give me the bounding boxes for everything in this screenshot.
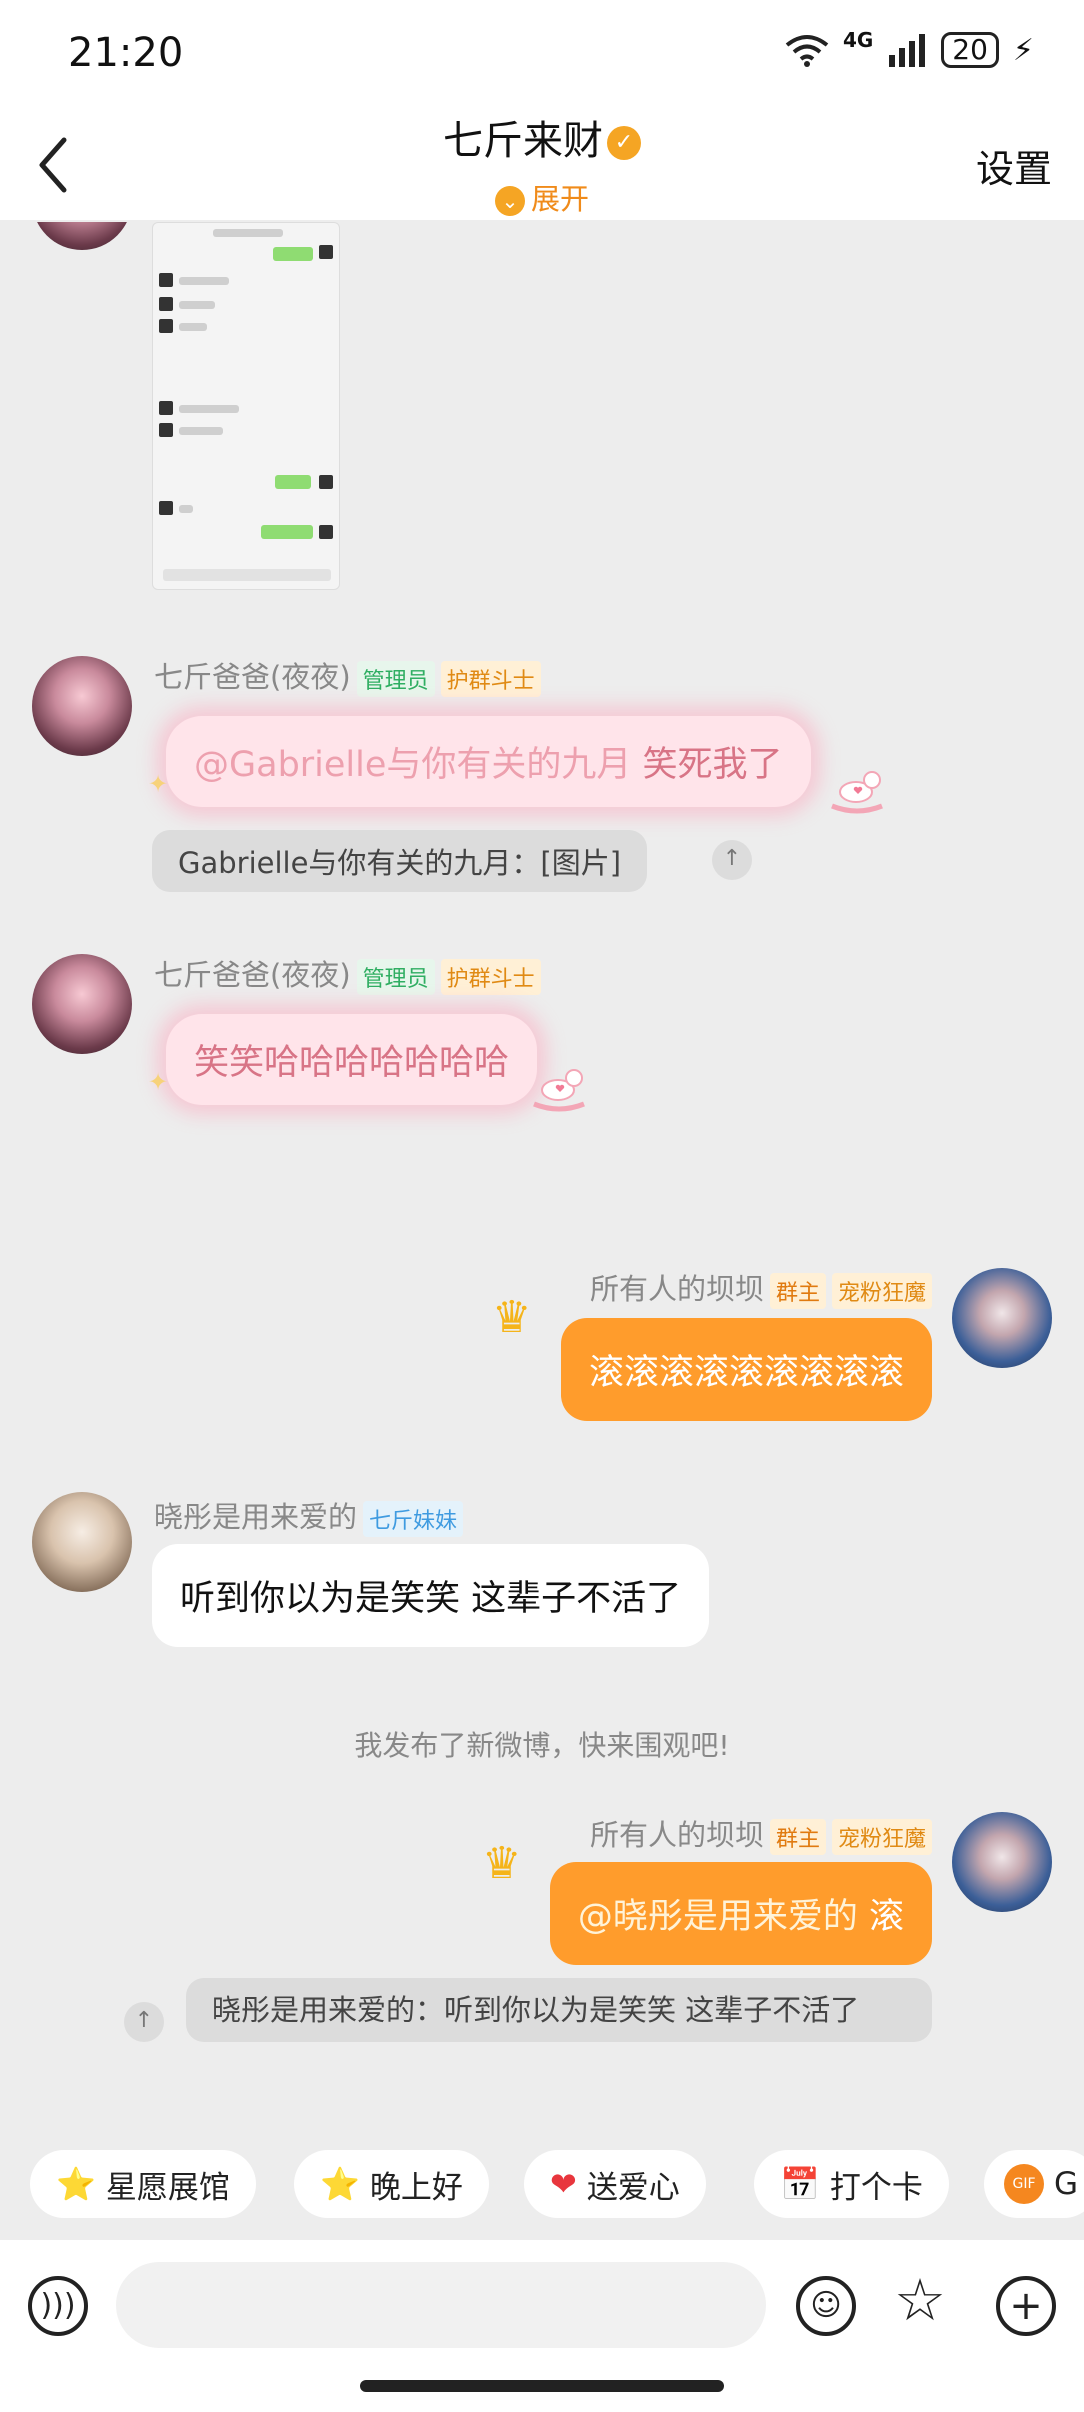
group-nickname-tag: 七斤妹妹 xyxy=(363,1501,464,1537)
owner-tag: 群主 xyxy=(769,1819,826,1855)
charging-icon: ⚡ xyxy=(1012,32,1034,68)
sender-name-text: 七斤爸爸(夜夜) xyxy=(154,958,351,992)
emoji-icon[interactable]: ☺ xyxy=(796,2276,856,2336)
rocking-horse-icon xyxy=(831,771,883,814)
settings-button[interactable]: 设置 xyxy=(976,138,1052,193)
home-indicator[interactable] xyxy=(360,2380,724,2392)
avatar[interactable] xyxy=(32,954,132,1054)
expand-label: 展开 xyxy=(530,182,589,216)
chip-gif[interactable]: GIF G xyxy=(984,2150,1084,2218)
sender-name-text: 所有人的坝坝 xyxy=(589,1272,764,1306)
message-text: 滚滚滚滚滚滚滚滚滚 xyxy=(588,1353,904,1393)
title-tag: 宠粉狂魔 xyxy=(831,1819,932,1855)
gif-icon: GIF xyxy=(1004,2164,1044,2204)
jump-to-quote-icon[interactable]: ↑ xyxy=(124,2002,164,2042)
quoted-message[interactable]: Gabrielle与你有关的九月：[图片] xyxy=(152,830,648,892)
chip-good-evening[interactable]: ⭐ 晚上好 xyxy=(294,2150,489,2218)
avatar[interactable] xyxy=(952,1812,1052,1912)
message-text: 笑笑哈哈哈哈哈哈哈 xyxy=(194,1043,510,1083)
avatar[interactable] xyxy=(32,656,132,756)
signal-icon xyxy=(889,34,926,67)
chevron-down-icon: ⌄ xyxy=(494,186,525,216)
battery-icon: 20 xyxy=(941,32,999,68)
owner-tag: 群主 xyxy=(769,1273,826,1309)
add-icon[interactable]: + xyxy=(996,2276,1056,2336)
message-text: 听到你以为是笑笑 这辈子不活了 xyxy=(180,1579,682,1619)
title-tag: 宠粉狂魔 xyxy=(831,1273,932,1309)
heart-icon: ❤ xyxy=(550,2165,577,2203)
chip-send-heart[interactable]: ❤ 送爱心 xyxy=(524,2150,706,2218)
network-type: 4G xyxy=(842,28,874,52)
chip-label: 打个卡 xyxy=(829,2169,923,2206)
sender-name: 所有人的坝坝 群主 宠粉狂魔 xyxy=(590,1812,932,1855)
rocking-horse-icon xyxy=(533,1069,585,1112)
voice-icon[interactable]: ))) xyxy=(28,2276,88,2336)
mention-link[interactable]: @晓彤是用来爱的 xyxy=(578,1897,858,1937)
crown-icon: ♛ xyxy=(482,1838,522,1889)
verified-badge-icon: ✓ xyxy=(607,126,641,160)
chip-label: 晚上好 xyxy=(369,2169,463,2206)
admin-tag: 管理员 xyxy=(356,959,435,995)
sender-name-text: 晓彤是用来爱的 xyxy=(154,1500,358,1534)
status-time: 21:20 xyxy=(68,30,184,76)
message-bubble[interactable]: 笑笑哈哈哈哈哈哈哈 xyxy=(166,1014,538,1105)
avatar[interactable] xyxy=(32,1492,132,1592)
crown-icon: ♛ xyxy=(492,1292,532,1343)
message-input[interactable] xyxy=(116,2262,766,2348)
quick-reply-bar: ⭐ 星愿展馆 ⭐ 晚上好 ❤ 送爱心 📅 打个卡 GIF G xyxy=(30,2150,1084,2222)
chip-label: 送爱心 xyxy=(586,2169,680,2206)
mention-link[interactable]: @Gabrielle与你有关的九月 xyxy=(194,745,631,785)
chip-label: 星愿展馆 xyxy=(105,2169,230,2206)
calendar-icon: 📅 xyxy=(780,2165,820,2203)
expand-button[interactable]: ⌄ 展开 xyxy=(0,176,1084,218)
avatar[interactable] xyxy=(952,1268,1052,1368)
quoted-message[interactable]: 晓彤是用来爱的：听到你以为是笑笑 这辈子不活了 xyxy=(186,1978,932,2042)
chip-label: G xyxy=(1054,2166,1079,2202)
sender-name: 晓彤是用来爱的 七斤妹妹 xyxy=(154,1494,464,1537)
message-bubble[interactable]: 听到你以为是笑笑 这辈子不活了 xyxy=(152,1544,710,1647)
star-icon: ⭐ xyxy=(56,2165,96,2203)
chip-wish-gallery[interactable]: ⭐ 星愿展馆 xyxy=(30,2150,256,2218)
admin-tag: 管理员 xyxy=(356,661,435,697)
jump-to-quote-icon[interactable]: ↑ xyxy=(712,840,752,880)
message-bubble[interactable]: @晓彤是用来爱的 滚 xyxy=(549,1862,932,1965)
sticker-icon[interactable]: ☆ xyxy=(894,2270,946,2330)
sender-name-text: 所有人的坝坝 xyxy=(589,1818,764,1852)
message-text: 笑死我了 xyxy=(631,745,783,785)
title-tag: 护群斗士 xyxy=(440,959,541,995)
sparkle-icon: ✦ xyxy=(148,1068,169,1096)
chat-title-text: 七斤来财 xyxy=(443,118,603,164)
sender-name-text: 七斤爸爸(夜夜) xyxy=(154,660,351,694)
sender-name: 七斤爸爸(夜夜) 管理员 护群斗士 xyxy=(154,654,541,697)
system-message[interactable]: 我发布了新微博，快来围观吧! xyxy=(0,1724,1084,1764)
message-bubble[interactable]: 滚滚滚滚滚滚滚滚滚 xyxy=(560,1318,932,1421)
sender-name: 所有人的坝坝 群主 宠粉狂魔 xyxy=(590,1266,932,1309)
sender-name: 七斤爸爸(夜夜) 管理员 护群斗士 xyxy=(154,952,541,995)
star-icon: ⭐ xyxy=(320,2165,360,2203)
message-text: 滚 xyxy=(857,1897,904,1937)
status-icons: 4G 20 ⚡ xyxy=(785,28,1034,68)
sparkle-icon: ✦ xyxy=(148,770,169,798)
title-tag: 护群斗士 xyxy=(440,661,541,697)
wifi-icon xyxy=(785,35,829,67)
message-bubble[interactable]: @Gabrielle与你有关的九月 笑死我了 xyxy=(166,716,811,807)
image-message-thumbnail[interactable] xyxy=(152,222,340,590)
chip-check-in[interactable]: 📅 打个卡 xyxy=(754,2150,949,2218)
chat-title[interactable]: 七斤来财 ✓ xyxy=(0,108,1084,166)
